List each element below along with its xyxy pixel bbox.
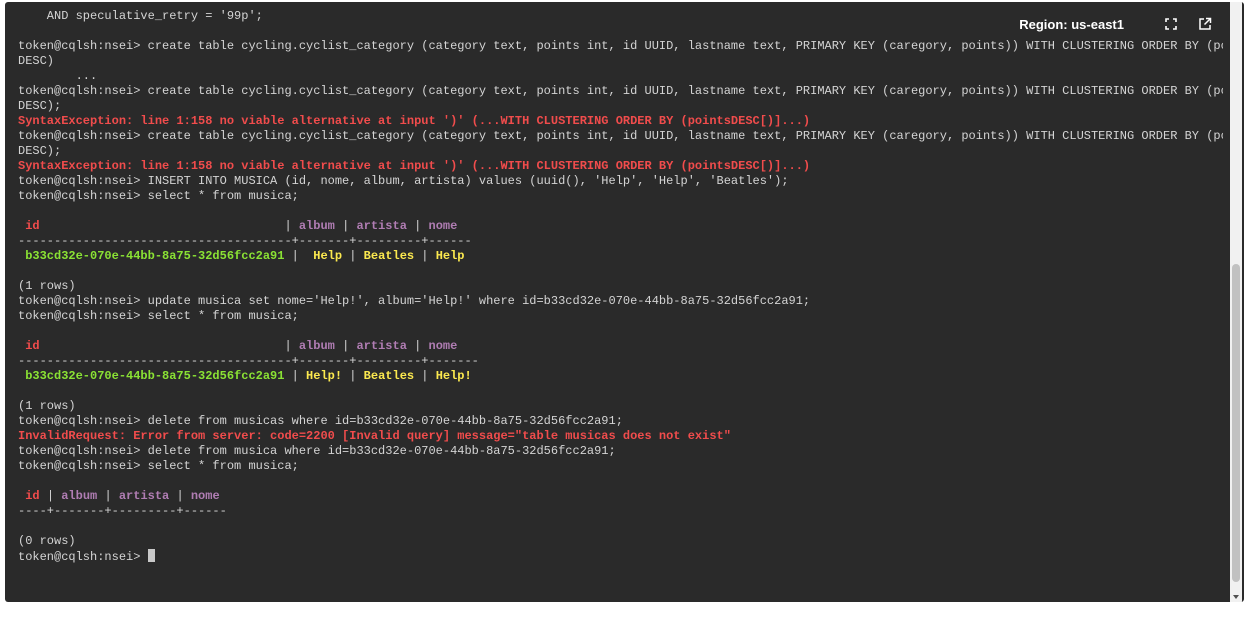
table-cell: Beatles — [356, 369, 422, 383]
terminal-line: (1 rows) — [18, 399, 76, 413]
terminal-line: token@cqlsh:nsei> delete from musica whe… — [18, 444, 616, 458]
column-header-id: id — [18, 219, 285, 233]
column-header-album: album — [54, 489, 105, 503]
column-separator: | — [104, 489, 112, 503]
column-separator: | — [291, 369, 299, 383]
column-header-id: id — [18, 339, 285, 353]
column-header-artista: artista — [111, 489, 177, 503]
terminal-toolbar: Region: us-east1 — [1011, 15, 1214, 33]
table-cell: b33cd32e-070e-44bb-8a75-32d56fcc2a91 — [18, 249, 292, 263]
terminal-line: DESC); — [18, 99, 62, 113]
result-table-row: b33cd32e-070e-44bb-8a75-32d56fcc2a91 | H… — [18, 249, 1223, 264]
terminal-line: token@cqlsh:nsei> select * from musica; — [18, 459, 299, 473]
terminal-line: DESC); — [18, 144, 62, 158]
terminal-line: token@cqlsh:nsei> update musica set nome… — [18, 294, 811, 308]
terminal-line: ----+-------+---------+------ — [18, 504, 227, 518]
table-cell: b33cd32e-070e-44bb-8a75-32d56fcc2a91 — [18, 369, 292, 383]
result-table-row: b33cd32e-070e-44bb-8a75-32d56fcc2a91 | H… — [18, 369, 1223, 384]
table-cell: Beatles — [356, 249, 422, 263]
column-header-nome: nome — [421, 339, 458, 353]
result-table-header: id | album | artista | nome — [18, 339, 1223, 354]
scrollbar-thumb[interactable] — [1232, 264, 1240, 582]
terminal-line: ... — [18, 69, 98, 83]
terminal-line: --------------------------------------+-… — [18, 354, 479, 368]
fullscreen-icon[interactable] — [1162, 15, 1180, 33]
column-separator: | — [284, 339, 292, 353]
column-header-nome: nome — [421, 219, 458, 233]
text-cursor[interactable] — [147, 549, 155, 562]
column-header-album: album — [291, 219, 343, 233]
prompt-text: token@cqlsh:nsei> — [18, 550, 148, 564]
column-header-id: id — [18, 489, 47, 503]
column-header-artista: artista — [349, 219, 415, 233]
terminal-window[interactable]: AND speculative_retry = '99p'; token@cqls… — [5, 2, 1244, 602]
open-external-icon[interactable] — [1196, 15, 1214, 33]
terminal-line: (0 rows) — [18, 534, 76, 548]
terminal-error-line: SyntaxException: line 1:158 no viable al… — [18, 159, 811, 173]
terminal-error-line: InvalidRequest: Error from server: code=… — [18, 429, 731, 443]
scrollbar[interactable] — [1230, 2, 1242, 602]
terminal-line: token@cqlsh:nsei> create table cycling.c… — [18, 129, 1223, 143]
column-header-artista: artista — [349, 339, 415, 353]
result-table-header: id | album | artista | nome — [18, 489, 1223, 504]
table-cell: Help — [428, 249, 465, 263]
column-header-album: album — [291, 339, 343, 353]
column-separator: | — [284, 219, 292, 233]
terminal-output[interactable]: AND speculative_retry = '99p'; token@cqls… — [18, 9, 1223, 564]
terminal-line: token@cqlsh:nsei> INSERT INTO MUSICA (id… — [18, 174, 789, 188]
region-label: Region: us-east1 — [1019, 16, 1124, 32]
terminal-line: token@cqlsh:nsei> delete from musicas wh… — [18, 414, 623, 428]
scroll-down-arrow-icon[interactable] — [1233, 595, 1239, 599]
terminal-line: token@cqlsh:nsei> select * from musica; — [18, 189, 299, 203]
table-cell: Help! — [298, 369, 350, 383]
terminal-line: token@cqlsh:nsei> create table cycling.c… — [18, 39, 1223, 53]
column-separator: | — [291, 249, 299, 263]
column-separator: | — [421, 249, 429, 263]
table-cell: Help! — [428, 369, 472, 383]
terminal-line: token@cqlsh:nsei> select * from musica; — [18, 309, 299, 323]
table-cell: Help — [298, 249, 350, 263]
terminal-prompt-line: token@cqlsh:nsei> — [18, 549, 1223, 564]
terminal-line: token@cqlsh:nsei> create table cycling.c… — [18, 84, 1223, 98]
terminal-error-line: SyntaxException: line 1:158 no viable al… — [18, 114, 811, 128]
terminal-line: DESC) — [18, 54, 55, 68]
column-separator: | — [421, 369, 429, 383]
result-table-header: id | album | artista | nome — [18, 219, 1223, 234]
terminal-line: (1 rows) — [18, 279, 76, 293]
column-header-nome: nome — [183, 489, 220, 503]
terminal-line: --------------------------------------+-… — [18, 234, 472, 248]
column-separator: | — [46, 489, 55, 503]
column-separator: | — [176, 489, 184, 503]
